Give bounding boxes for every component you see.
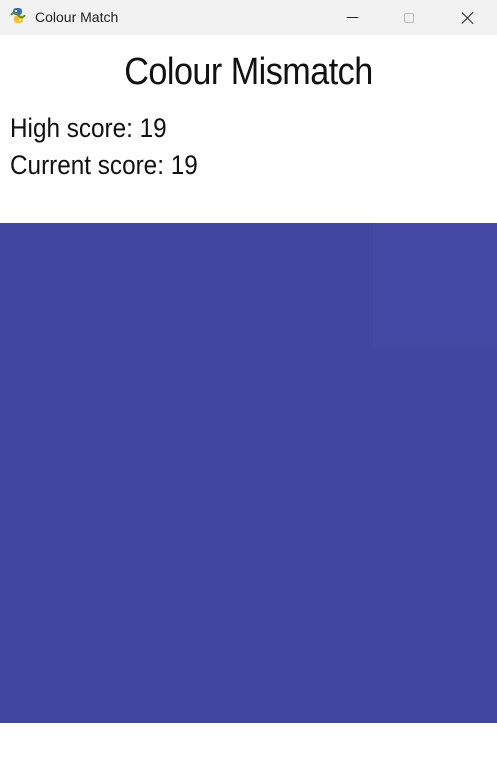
title-bar[interactable]: Colour Match <box>0 0 497 35</box>
colour-tile[interactable] <box>248 598 373 723</box>
colour-tile[interactable] <box>124 348 249 473</box>
current-score-value: 19 <box>170 150 198 180</box>
colour-tile[interactable] <box>248 348 373 473</box>
close-icon <box>461 11 475 25</box>
colour-tile[interactable] <box>124 473 249 598</box>
maximize-button <box>380 0 438 35</box>
game-canvas: Colour Mismatch High score: 19 Current s… <box>0 35 497 783</box>
colour-tile[interactable] <box>372 598 497 723</box>
python-snake-icon <box>10 8 26 23</box>
colour-tile[interactable] <box>372 348 497 473</box>
minimize-button[interactable] <box>323 0 381 35</box>
maximize-icon <box>404 12 414 23</box>
colour-tile[interactable] <box>0 473 125 598</box>
game-window: Colour Match Colour Mismatch High score:… <box>0 0 497 783</box>
current-score-line: Current score: 19 <box>10 150 198 181</box>
colour-tile[interactable] <box>0 223 125 348</box>
colour-tile[interactable] <box>0 598 125 723</box>
odd-colour-tile[interactable] <box>372 223 497 348</box>
close-button[interactable] <box>439 0 497 35</box>
colour-grid <box>0 223 497 723</box>
current-score-label: Current score: <box>10 150 164 180</box>
colour-tile[interactable] <box>0 348 125 473</box>
colour-tile[interactable] <box>248 473 373 598</box>
colour-tile[interactable] <box>124 223 249 348</box>
high-score-line: High score: 19 <box>10 113 167 144</box>
colour-tile[interactable] <box>372 473 497 598</box>
window-title: Colour Match <box>35 9 119 25</box>
minimize-icon <box>346 17 358 18</box>
colour-tile[interactable] <box>124 598 249 723</box>
game-title: Colour Mismatch <box>124 51 373 93</box>
colour-tile[interactable] <box>248 223 373 348</box>
high-score-label: High score: <box>10 113 133 143</box>
high-score-value: 19 <box>139 113 167 143</box>
